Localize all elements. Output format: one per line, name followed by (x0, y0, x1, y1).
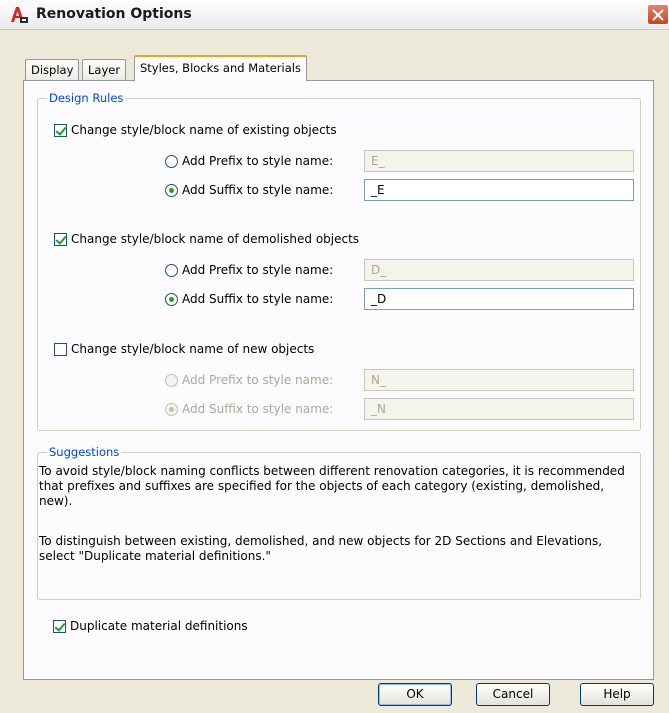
existing-suffix-radio[interactable] (165, 183, 178, 197)
existing-suffix-option[interactable]: Add Suffix to style name: (165, 183, 333, 197)
demolished-suffix-input[interactable]: _D (364, 288, 634, 310)
demolished-suffix-option[interactable]: Add Suffix to style name: (165, 292, 333, 306)
duplicate-materials-label: Duplicate material definitions (70, 619, 248, 633)
existing-prefix-input[interactable]: E_ (364, 150, 634, 172)
help-button[interactable]: Help (580, 683, 654, 706)
close-icon (652, 9, 664, 21)
new-suffix-radio (165, 402, 178, 416)
tab-styles-blocks-materials[interactable]: Styles, Blocks and Materials (134, 55, 307, 81)
demolished-objects-checkbox[interactable] (54, 232, 67, 246)
demolished-objects-option[interactable]: Change style/block name of demolished ob… (54, 232, 359, 246)
demolished-prefix-input[interactable]: D_ (364, 259, 634, 281)
new-prefix-radio (165, 373, 178, 387)
new-suffix-option: Add Suffix to style name: (165, 402, 333, 416)
suggestions-text-line: select "Duplicate material definitions." (39, 549, 271, 563)
tab-display-label: Display (31, 63, 74, 77)
cancel-button[interactable]: Cancel (476, 683, 550, 706)
close-button[interactable] (647, 4, 669, 25)
demolished-suffix-radio[interactable] (165, 292, 178, 306)
existing-prefix-option[interactable]: Add Prefix to style name: (165, 154, 333, 168)
tab-styles-blocks-materials-label: Styles, Blocks and Materials (140, 61, 301, 75)
new-objects-option[interactable]: Change style/block name of new objects (54, 342, 314, 356)
suggestions-text-line: To distinguish between existing, demolis… (39, 534, 603, 548)
title-bar[interactable]: Renovation Options (0, 0, 669, 30)
new-objects-checkbox[interactable] (54, 342, 67, 356)
design-rules-heading: Design Rules (47, 91, 126, 105)
suggestions-text-line: To avoid style/block naming conflicts be… (39, 464, 625, 478)
demolished-suffix-label: Add Suffix to style name: (182, 292, 334, 306)
existing-prefix-radio[interactable] (165, 154, 178, 168)
tab-layer-label: Layer (88, 63, 121, 77)
new-suffix-label: Add Suffix to style name: (182, 402, 334, 416)
demolished-prefix-radio[interactable] (165, 263, 178, 277)
dialog-title: Renovation Options (36, 6, 192, 22)
new-prefix-label: Add Prefix to style name: (182, 373, 334, 387)
demolished-prefix-option[interactable]: Add Prefix to style name: (165, 263, 333, 277)
duplicate-materials-checkbox[interactable] (53, 619, 66, 633)
existing-prefix-label: Add Prefix to style name: (182, 154, 334, 168)
tab-layer[interactable]: Layer (82, 59, 127, 80)
demolished-objects-label: Change style/block name of demolished ob… (71, 232, 360, 246)
existing-objects-option[interactable]: Change style/block name of existing obje… (54, 123, 337, 137)
new-suffix-input: _N (364, 398, 634, 420)
existing-objects-checkbox[interactable] (54, 123, 67, 137)
ok-button[interactable]: OK (378, 683, 452, 706)
existing-suffix-label: Add Suffix to style name: (182, 183, 334, 197)
existing-suffix-input[interactable]: _E (364, 179, 634, 201)
duplicate-materials-option[interactable]: Duplicate material definitions (53, 619, 248, 633)
tab-display[interactable]: Display (25, 59, 80, 80)
new-objects-label: Change style/block name of new objects (71, 342, 315, 356)
suggestions-paragraph-1: To avoid style/block naming conflicts be… (39, 464, 625, 509)
suggestions-heading: Suggestions (47, 445, 122, 459)
design-rules-group: Design Rules Change style/block name of … (37, 91, 641, 431)
renovation-options-dialog: Renovation Options Display Layer Styles,… (0, 0, 669, 713)
suggestions-paragraph-2: To distinguish between existing, demolis… (39, 534, 602, 564)
existing-objects-label: Change style/block name of existing obje… (71, 123, 337, 137)
new-prefix-input: N_ (364, 369, 634, 391)
suggestions-text-line: new). (39, 494, 73, 508)
styles-blocks-materials-panel: Design Rules Change style/block name of … (23, 80, 654, 680)
suggestions-text-line: that prefixes and suffixes are specified… (39, 479, 605, 493)
new-prefix-option: Add Prefix to style name: (165, 373, 333, 387)
suggestions-group: Suggestions To avoid style/block naming … (37, 445, 641, 600)
demolished-prefix-label: Add Prefix to style name: (182, 263, 334, 277)
autocad-app-icon (9, 5, 29, 25)
